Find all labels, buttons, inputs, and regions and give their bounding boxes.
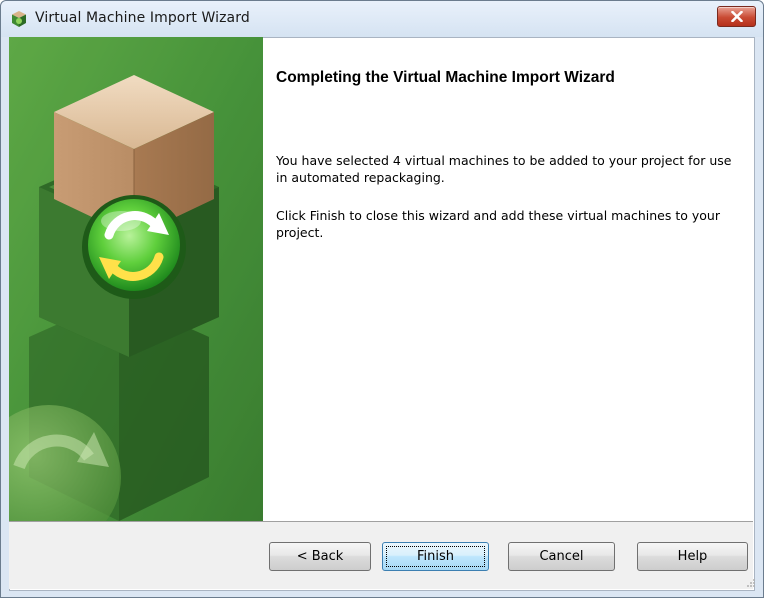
window-title: Virtual Machine Import Wizard <box>35 10 250 26</box>
selection-summary-text: You have selected 4 virtual machines to … <box>276 153 732 185</box>
help-button[interactable]: Help <box>637 542 748 571</box>
app-icon <box>10 10 28 28</box>
back-button[interactable]: < Back <box>269 542 371 571</box>
close-icon <box>731 11 743 22</box>
wizard-heading: Completing the Virtual Machine Import Wi… <box>276 69 615 86</box>
close-button[interactable] <box>717 6 756 27</box>
title-bar[interactable]: Virtual Machine Import Wizard <box>1 1 763 37</box>
box-refresh-illustration <box>9 37 263 521</box>
resize-grip-icon[interactable] <box>746 578 756 588</box>
wizard-banner <box>9 37 263 521</box>
cancel-button[interactable]: Cancel <box>508 542 615 571</box>
focus-rectangle <box>386 546 485 567</box>
finish-instruction-text: Click Finish to close this wizard and ad… <box>276 208 720 240</box>
finish-button[interactable]: Finish <box>382 542 489 571</box>
